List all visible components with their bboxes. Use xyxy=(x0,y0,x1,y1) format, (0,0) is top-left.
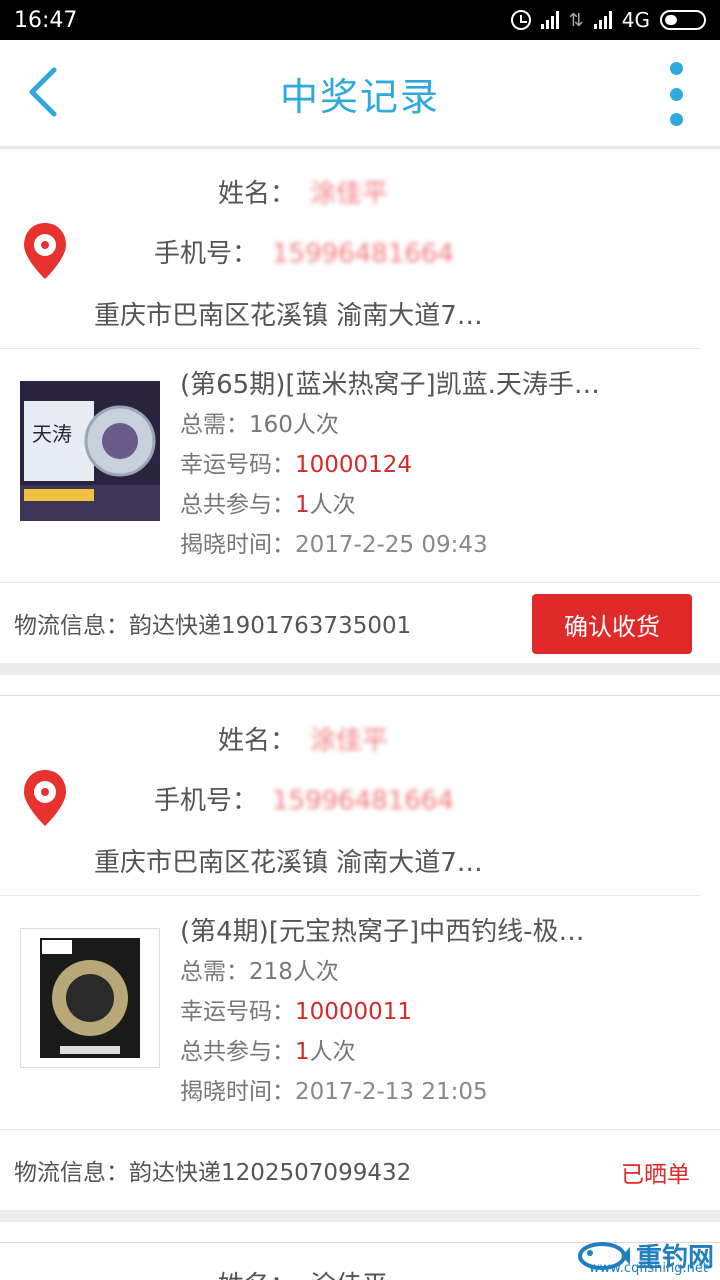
need-value: 218人次 xyxy=(249,959,339,985)
recipient-name-row: 姓名： 涂佳平 xyxy=(218,1265,388,1280)
name-label: 姓名： xyxy=(218,1271,296,1280)
lucky-number: 10000011 xyxy=(295,999,413,1025)
page-title: 中奖记录 xyxy=(279,74,440,119)
lucky-label: 幸运号码： xyxy=(180,452,295,478)
chevron-left-icon xyxy=(29,67,57,117)
data-transfer-icon: ⇅ xyxy=(568,9,584,31)
section-gap xyxy=(0,1210,720,1222)
review-posted-badge: 已晒单 xyxy=(621,1162,690,1188)
join-count: 1 xyxy=(295,1039,310,1065)
svg-text:天涛: 天涛 xyxy=(32,422,72,446)
status-time: 16:47 xyxy=(14,7,78,33)
more-dot-icon xyxy=(669,113,683,126)
product-thumbnail: 天涛 xyxy=(20,381,160,521)
lucky-row: 幸运号码：10000124 xyxy=(180,445,660,485)
status-icons: ⇅ 4G xyxy=(510,8,706,32)
lucky-row: 幸运号码：10000011 xyxy=(180,992,660,1032)
reveal-label: 揭晓时间： xyxy=(180,532,295,558)
product-row[interactable]: 天涛 (第65期)[蓝米热窝子]凯蓝.天涛手… 总需：160人次 幸运号码：10… xyxy=(0,349,720,583)
join-count: 1 xyxy=(295,492,310,518)
watermark-site: www.cqfishing.net xyxy=(588,1261,708,1276)
join-label: 总共参与： xyxy=(180,492,295,518)
phone-row: 手机号： 15996481664 xyxy=(154,780,454,817)
reveal-row: 揭晓时间：2017-2-13 21:05 xyxy=(180,1072,660,1112)
product-title[interactable]: (第65期)[蓝米热窝子]凯蓝.天涛手… xyxy=(180,365,660,405)
back-button[interactable] xyxy=(24,60,74,124)
need-row: 总需：218人次 xyxy=(180,952,660,992)
reveal-label: 揭晓时间： xyxy=(180,1079,295,1105)
phone-value: 15996481664 xyxy=(272,786,454,816)
site-watermark: 重钓网 www.cqfishing.net xyxy=(576,1237,714,1276)
network-type: 4G xyxy=(621,8,650,32)
product-title[interactable]: (第4期)[元宝热窝子]中西钓线-极… xyxy=(180,912,660,952)
join-row: 总共参与：1人次 xyxy=(180,485,660,525)
logistics-label: 物流信息： xyxy=(14,613,129,639)
need-label: 总需： xyxy=(180,412,249,438)
logistics-value: 韵达快递1202507099432 xyxy=(129,1160,412,1186)
reveal-time: 2017-2-13 21:05 xyxy=(295,1079,488,1105)
signal-icon xyxy=(540,11,559,29)
more-menu-button[interactable] xyxy=(666,62,686,126)
name-label: 姓名： xyxy=(218,179,297,209)
section-spacer xyxy=(0,675,720,695)
name-value: 涂佳平 xyxy=(310,179,389,209)
phone-label: 手机号： xyxy=(154,239,259,269)
alarm-icon xyxy=(510,10,531,30)
name-value: 涂佳平 xyxy=(310,726,389,756)
logistics-label: 物流信息： xyxy=(14,1160,129,1186)
address-text: 重庆市巴南区花溪镇 渝南大道7… xyxy=(94,848,483,878)
prize-card[interactable]: 姓名： 涂佳平 手机号： 15996481664 重庆市巴南区花溪镇 渝南大道7… … xyxy=(0,148,720,663)
product-thumbnail xyxy=(20,928,160,1068)
product-row[interactable]: (第4期)[元宝热窝子]中西钓线-极… 总需：218人次 幸运号码：100000… xyxy=(0,896,720,1130)
join-unit: 人次 xyxy=(309,492,356,518)
logistics-value: 韵达快递1901763735001 xyxy=(129,613,412,639)
location-pin-icon xyxy=(24,223,66,279)
phone-row: 手机号： 15996481664 xyxy=(154,233,454,270)
name-label: 姓名： xyxy=(218,726,297,756)
recipient-name-row: 姓名： 涂佳平 xyxy=(218,173,388,210)
join-label: 总共参与： xyxy=(180,1039,295,1065)
logistics-row: 物流信息： 韵达快递1901763735001 确认收货 xyxy=(0,583,720,663)
address-block[interactable]: 姓名： 涂佳平 手机号： 15996481664 重庆市巴南区花溪镇 渝南大道7… xyxy=(0,149,700,349)
product-info: (第4期)[元宝热窝子]中西钓线-极… 总需：218人次 幸运号码：100000… xyxy=(180,912,660,1112)
more-dot-icon xyxy=(669,62,683,75)
prize-card[interactable]: 姓名： 涂佳平 手机号： 15996481664 重庆市巴南区花溪镇 渝南大道7… … xyxy=(0,695,720,1210)
signal-icon-2 xyxy=(593,11,612,29)
reveal-time: 2017-2-25 09:43 xyxy=(295,532,488,558)
address-text: 重庆市巴南区花溪镇 渝南大道7… xyxy=(94,301,483,331)
app-bar: 中奖记录 xyxy=(0,40,720,148)
more-dot-icon xyxy=(669,87,683,101)
status-bar: 16:47 ⇅ 4G xyxy=(0,0,720,40)
lucky-number: 10000124 xyxy=(295,452,413,478)
need-row: 总需：160人次 xyxy=(180,405,660,445)
logistics-row: 物流信息： 韵达快递1202507099432 已晒单 xyxy=(0,1130,720,1210)
lucky-label: 幸运号码： xyxy=(180,999,295,1025)
need-label: 总需： xyxy=(180,959,249,985)
need-value: 160人次 xyxy=(249,412,339,438)
section-gap xyxy=(0,663,720,675)
join-row: 总共参与：1人次 xyxy=(180,1032,660,1072)
location-pin-icon xyxy=(24,770,66,826)
battery-icon xyxy=(660,10,706,30)
join-unit: 人次 xyxy=(309,1039,356,1065)
phone-label: 手机号： xyxy=(154,786,259,816)
phone-value: 15996481664 xyxy=(272,239,454,269)
product-info: (第65期)[蓝米热窝子]凯蓝.天涛手… 总需：160人次 幸运号码：10000… xyxy=(180,365,660,565)
confirm-receipt-button[interactable]: 确认收货 xyxy=(532,594,692,654)
name-value: 涂佳平 xyxy=(310,1271,388,1280)
address-block[interactable]: 姓名： 涂佳平 手机号： 15996481664 重庆市巴南区花溪镇 渝南大道7… xyxy=(0,696,700,896)
recipient-name-row: 姓名： 涂佳平 xyxy=(218,720,388,757)
reveal-row: 揭晓时间：2017-2-25 09:43 xyxy=(180,525,660,565)
